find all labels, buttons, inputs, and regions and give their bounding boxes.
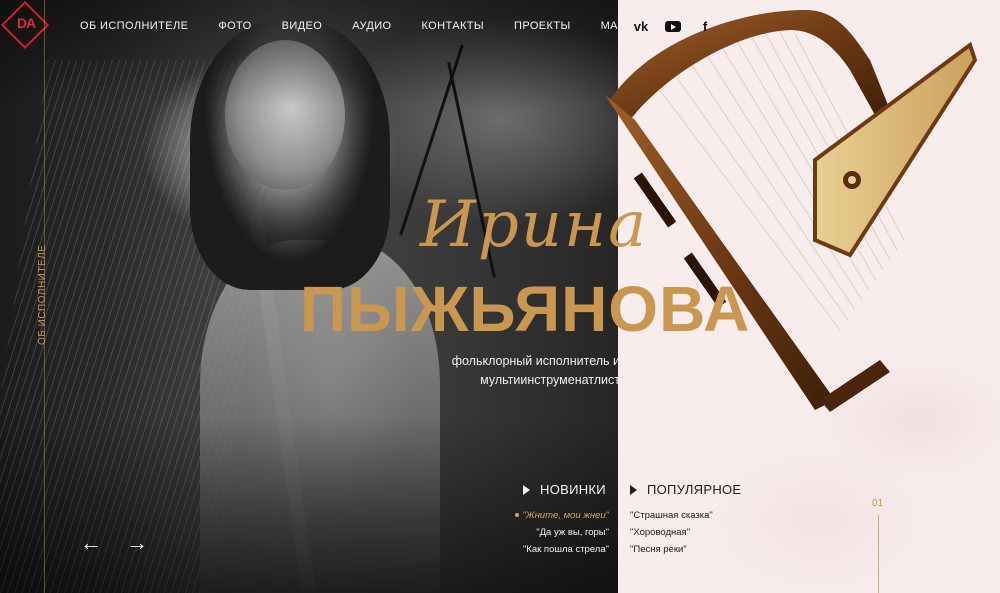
slide-counter-line [878, 515, 879, 593]
hero-first-name: Ирина [420, 188, 649, 262]
social-links: vk f [632, 18, 714, 34]
list-item[interactable]: "Жните, мои жнеи" [465, 507, 609, 524]
harp-illustration [605, 10, 978, 412]
youtube-icon[interactable] [664, 18, 682, 34]
prev-slide-arrow-icon[interactable]: ← [80, 530, 102, 556]
list-item[interactable]: "Как пошла стрела" [465, 541, 609, 558]
list-item[interactable]: "Страшная сказка" [630, 507, 713, 524]
nav-item-about[interactable]: ОБ ИСПОЛНИТЕЛЕ [80, 20, 188, 32]
nav-item-contacts[interactable]: КОНТАКТЫ [421, 20, 484, 32]
popular-songs-tab[interactable]: ПОПУЛЯРНОЕ [630, 482, 741, 497]
hero-subtitle-line1: фольклорный исполнитель и [451, 354, 620, 368]
play-icon [630, 484, 637, 495]
site-logo[interactable]: DA [0, 0, 50, 50]
popular-songs-list: "Страшная сказка" "Хороводная" "Песня ре… [630, 507, 713, 558]
hero-subtitle-line2: мультиинструменатлист [480, 373, 620, 387]
popular-songs-heading: ПОПУЛЯРНОЕ [647, 482, 742, 497]
new-songs-heading: НОВИНКИ [540, 482, 606, 497]
new-songs-tab[interactable]: НОВИНКИ [523, 482, 606, 497]
hero-last-name: ПЫЖЬЯНОВА [300, 273, 751, 345]
new-songs-list: "Жните, мои жнеи" "Да уж вы, горы" "Как … [465, 507, 609, 558]
list-item[interactable]: "Да уж вы, горы" [465, 524, 609, 541]
active-dot-icon [514, 513, 519, 518]
logo-text: DA [16, 15, 36, 31]
vk-icon[interactable]: vk [632, 18, 650, 34]
main-nav: ОБ ИСПОЛНИТЕЛЕ ФОТО ВИДЕО АУДИО КОНТАКТЫ… [80, 20, 685, 32]
youtube-play-icon [665, 20, 681, 32]
nav-item-video[interactable]: ВИДЕО [282, 20, 323, 32]
nav-item-photo[interactable]: ФОТО [218, 20, 251, 32]
play-icon [523, 484, 530, 495]
facebook-icon[interactable]: f [696, 18, 714, 34]
song-title: "Жните, мои жнеи" [522, 510, 610, 521]
nav-item-audio[interactable]: АУДИО [352, 20, 391, 32]
hero-subtitle: фольклорный исполнитель и мультиинструме… [440, 352, 620, 390]
list-item[interactable]: "Хороводная" [630, 524, 713, 541]
next-slide-arrow-icon[interactable]: → [126, 530, 148, 556]
slide-counter: 01 [872, 498, 884, 509]
side-rail-label[interactable]: ОБ ИСПОЛНИТЕЛЕ [37, 245, 48, 345]
list-item[interactable]: "Песня реки" [630, 541, 713, 558]
nav-item-projects[interactable]: ПРОЕКТЫ [514, 20, 571, 32]
